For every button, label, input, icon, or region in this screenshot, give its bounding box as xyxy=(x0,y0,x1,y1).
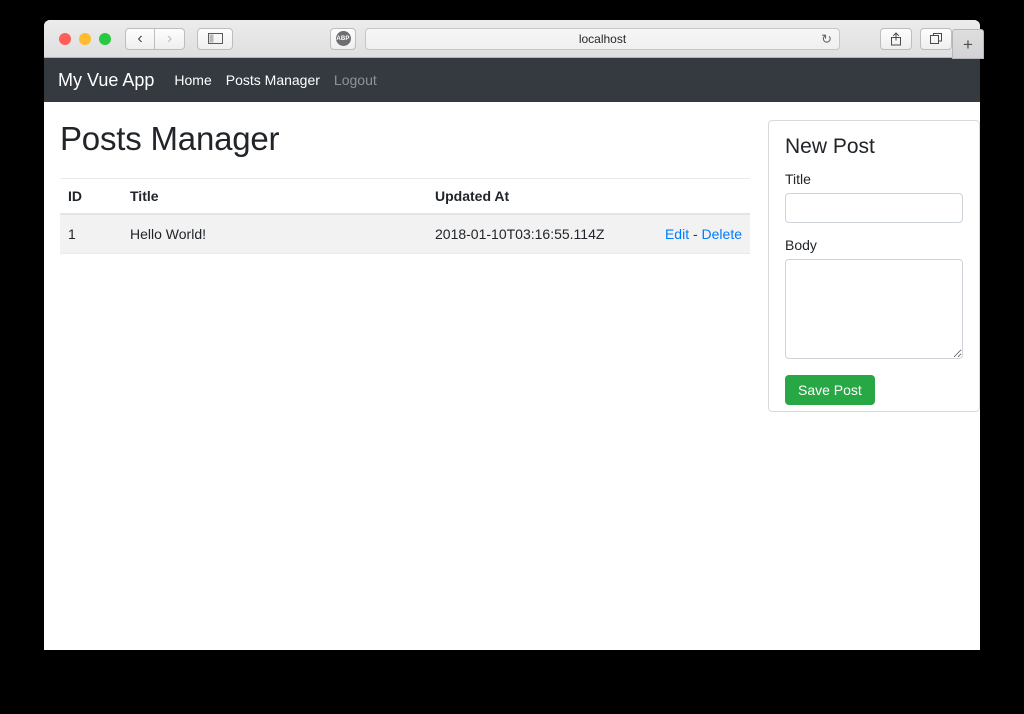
new-tab-button[interactable]: + xyxy=(952,29,984,59)
cell-post-actions: Edit - Delete xyxy=(637,214,750,254)
sidebar-toggle-button[interactable] xyxy=(197,28,233,50)
plus-icon: + xyxy=(963,36,973,53)
column-header-id: ID xyxy=(60,179,122,215)
tabs-icon xyxy=(930,32,943,45)
toolbar-center: ABP localhost ↻ xyxy=(330,28,840,50)
cell-post-updated-at: 2018-01-10T03:16:55.114Z xyxy=(427,214,637,254)
action-separator: - xyxy=(693,226,698,242)
edit-post-link[interactable]: Edit xyxy=(665,226,689,242)
reload-icon[interactable]: ↻ xyxy=(821,32,832,45)
title-field-label: Title xyxy=(785,171,963,187)
posts-table-body: 1 Hello World! 2018-01-10T03:16:55.114Z … xyxy=(60,214,750,254)
cell-post-id: 1 xyxy=(60,214,122,254)
table-row: 1 Hello World! 2018-01-10T03:16:55.114Z … xyxy=(60,214,750,254)
minimize-window-button[interactable] xyxy=(79,33,91,45)
page-title: Posts Manager xyxy=(60,120,750,158)
title-input[interactable] xyxy=(785,193,963,223)
toolbar-right xyxy=(880,28,952,50)
nav-link-logout[interactable]: Logout xyxy=(334,72,377,88)
cell-post-title: Hello World! xyxy=(122,214,427,254)
navbar-brand[interactable]: My Vue App xyxy=(58,70,154,91)
column-header-updated-at: Updated At xyxy=(427,179,637,215)
browser-toolbar: ‹ › ABP localhost ↻ xyxy=(44,20,980,58)
nav-link-home[interactable]: Home xyxy=(174,72,211,88)
navigation-buttons: ‹ › xyxy=(125,28,185,50)
save-post-button[interactable]: Save Post xyxy=(785,375,875,405)
new-post-card-title: New Post xyxy=(785,135,963,159)
adblock-extension-button[interactable]: ABP xyxy=(330,28,356,50)
posts-table-head: ID Title Updated At xyxy=(60,179,750,215)
navbar-links: Home Posts Manager Logout xyxy=(174,72,376,88)
new-post-card: New Post Title Body Save Post xyxy=(768,120,980,412)
back-button[interactable]: ‹ xyxy=(125,28,155,50)
sidebar-icon xyxy=(208,33,223,44)
share-icon xyxy=(890,32,902,46)
nav-link-posts-manager[interactable]: Posts Manager xyxy=(226,72,320,88)
body-textarea[interactable] xyxy=(785,259,963,359)
column-header-actions xyxy=(637,179,750,215)
close-window-button[interactable] xyxy=(59,33,71,45)
adblock-icon: ABP xyxy=(336,31,351,46)
address-input[interactable]: localhost xyxy=(579,32,626,46)
show-tabs-button[interactable] xyxy=(920,28,952,50)
browser-window: ‹ › ABP localhost ↻ xyxy=(44,20,980,650)
app-navbar: My Vue App Home Posts Manager Logout xyxy=(44,58,980,102)
forward-button[interactable]: › xyxy=(155,28,185,50)
address-bar[interactable]: localhost ↻ xyxy=(365,28,840,50)
back-icon: ‹ xyxy=(137,30,142,48)
delete-post-link[interactable]: Delete xyxy=(702,226,742,242)
maximize-window-button[interactable] xyxy=(99,33,111,45)
body-field-label: Body xyxy=(785,237,963,253)
share-button[interactable] xyxy=(880,28,912,50)
table-header-row: ID Title Updated At xyxy=(60,179,750,215)
page-content: Posts Manager ID Title Updated At 1 Hell… xyxy=(44,102,980,650)
column-header-title: Title xyxy=(122,179,427,215)
traffic-lights xyxy=(59,33,111,45)
posts-column: Posts Manager ID Title Updated At 1 Hell… xyxy=(60,120,750,650)
forward-icon: › xyxy=(167,30,172,48)
posts-table: ID Title Updated At 1 Hello World! 2018-… xyxy=(60,178,750,254)
